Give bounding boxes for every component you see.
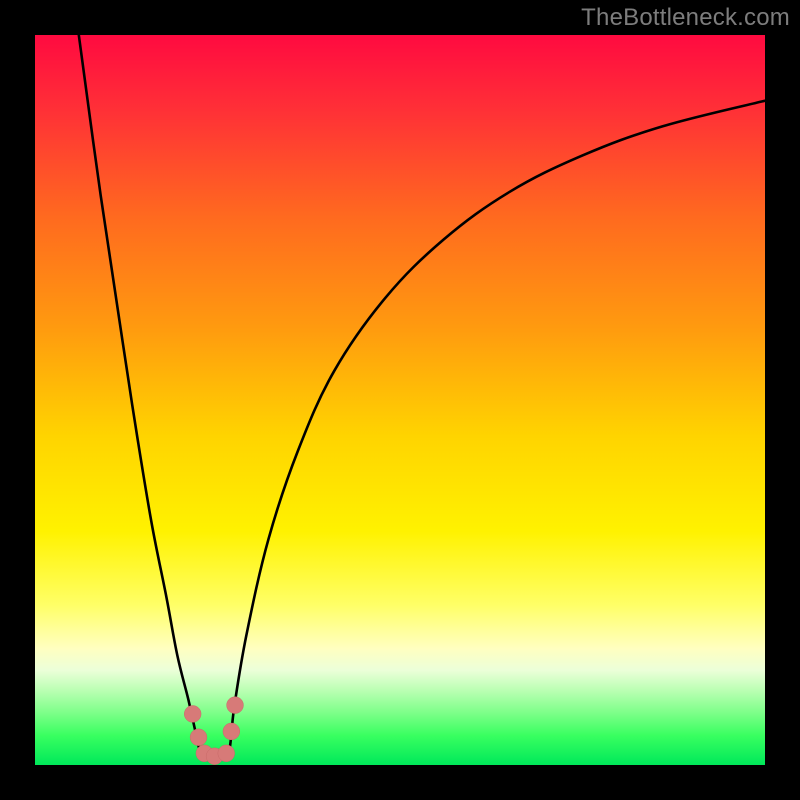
valley-marker — [218, 745, 235, 762]
valley-marker — [190, 729, 207, 746]
bottleneck-curve — [79, 35, 765, 759]
watermark-text: TheBottleneck.com — [581, 4, 790, 32]
valley-marker — [223, 723, 240, 740]
valley-marker — [184, 706, 201, 723]
valley-marker — [227, 697, 244, 714]
chart-frame: TheBottleneck.com — [0, 0, 800, 800]
chart-svg — [0, 0, 800, 800]
